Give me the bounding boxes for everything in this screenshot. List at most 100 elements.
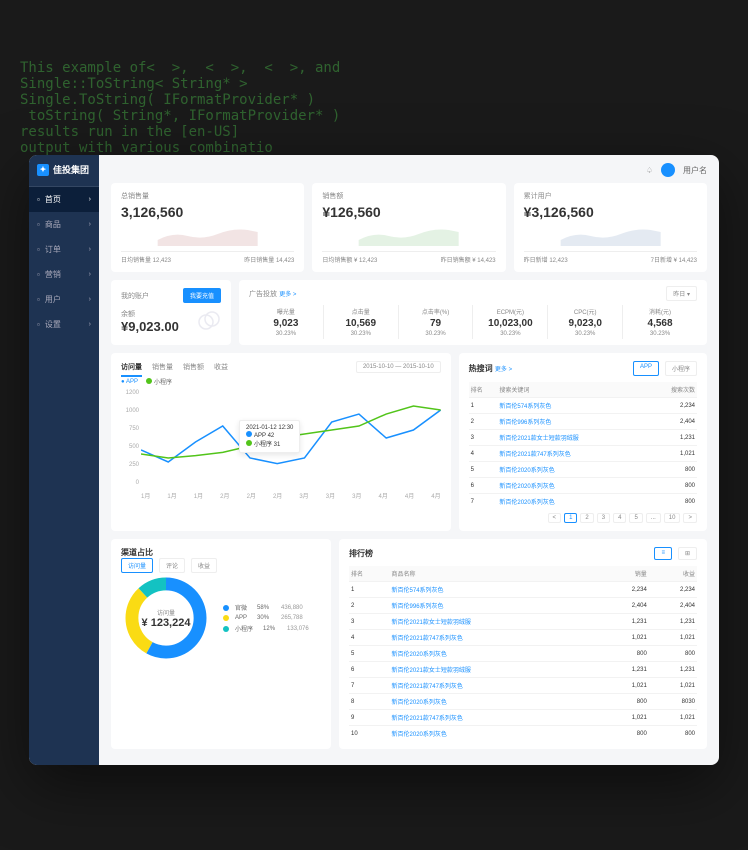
rank-table: 排名商品名称销量收益 1新百伦574系列灰色2,2342,2342新百伦996系…	[349, 566, 697, 741]
product-link[interactable]: 新百伦574系列灰色	[392, 588, 444, 594]
kpi-card: 销售额¥126,560日均销售额 ¥ 12,423昨日销售额 ¥ 14,423	[312, 183, 505, 272]
page-button[interactable]: 3	[597, 513, 610, 523]
notification-icon[interactable]: ♤	[646, 166, 653, 175]
date-range-picker[interactable]: 2015-10-10 — 2015-10-10	[356, 361, 441, 373]
kpi-card: 总销售量3,126,560日均销售量 12,423昨日销售量 14,423	[111, 183, 304, 272]
ad-metric: CPC(元)9,023,030.23%	[547, 305, 622, 339]
product-link[interactable]: 新百伦2021款747系列灰色	[392, 684, 463, 690]
table-row: 3新百伦2021款女士短款羽绒服1,231	[469, 430, 697, 446]
page-button[interactable]: 4	[613, 513, 626, 523]
product-link[interactable]: 新百伦2020系列灰色	[392, 700, 447, 706]
user-icon: ▫	[37, 295, 40, 304]
traffic-tab[interactable]: 收益	[214, 362, 228, 372]
table-row: 7新百伦2020系列灰色800	[469, 494, 697, 510]
brand-name: 佳投集团	[53, 163, 89, 176]
avatar[interactable]	[661, 163, 675, 177]
logo-icon: ✦	[37, 164, 49, 176]
nav-goods[interactable]: ▫商品›	[29, 212, 99, 237]
hot-search-table: 排名搜索关键词搜索次数 1新百伦574系列灰色2,2342新百伦996系列灰色2…	[469, 382, 697, 509]
traffic-tab[interactable]: 销售额	[183, 362, 204, 372]
keyword-link[interactable]: 新百伦2020系列灰色	[499, 484, 554, 490]
nav-marketing[interactable]: ▫营销›	[29, 262, 99, 287]
keyword-link[interactable]: 新百伦574系列灰色	[499, 404, 551, 410]
rank-view-list[interactable]: ≡	[654, 547, 672, 560]
ad-metric: 点击率(%)7930.23%	[398, 305, 473, 339]
ad-more-link[interactable]: 更多 >	[279, 292, 296, 298]
table-row: 3新百伦2021款女士短款羽绒服1,2311,231	[349, 614, 697, 630]
product-link[interactable]: 新百伦2021款女士短款羽绒服	[392, 620, 471, 626]
nav-settings[interactable]: ▫设置›	[29, 312, 99, 337]
recharge-button[interactable]: 我要充值	[183, 288, 221, 303]
legend-item[interactable]: 小程序	[146, 377, 172, 386]
traffic-chart: 120010007505002500 2021-01-12 12:30 APP …	[121, 390, 441, 500]
order-icon: ▫	[37, 245, 40, 254]
table-row: 10新百伦2020系列灰色800800	[349, 726, 697, 742]
pie-legend-item: APP30%265,788	[223, 615, 309, 621]
table-row: 8新百伦2020系列灰色8008030	[349, 694, 697, 710]
wallet-label: 余额	[121, 309, 179, 319]
username[interactable]: 用户名	[683, 165, 707, 176]
nav-home[interactable]: ▫首页›	[29, 187, 99, 212]
product-link[interactable]: 新百伦2021款747系列灰色	[392, 716, 463, 722]
ad-metric: ECPM(元)10,023,0030.23%	[472, 305, 547, 339]
home-icon: ▫	[37, 195, 40, 204]
nav-user[interactable]: ▫用户›	[29, 287, 99, 312]
page-button[interactable]: 2	[580, 513, 593, 523]
background-code: This example of< >, < >, < >, and Single…	[20, 60, 340, 156]
legend-item[interactable]: ● APP	[121, 379, 138, 385]
keyword-link[interactable]: 新百伦2020系列灰色	[499, 500, 554, 506]
hot-search-more[interactable]: 更多 >	[495, 367, 512, 373]
channel-tab[interactable]: 收益	[191, 558, 217, 573]
table-row: 4新百伦2021款747系列灰色1,021	[469, 446, 697, 462]
hs-tab[interactable]: 小程序	[665, 361, 697, 376]
table-row: 7新百伦2021款747系列灰色1,0211,021	[349, 678, 697, 694]
rank-view-grid[interactable]: ⊞	[678, 547, 697, 560]
keyword-link[interactable]: 新百伦2021款747系列灰色	[499, 452, 570, 458]
nav-order[interactable]: ▫订单›	[29, 237, 99, 262]
page-button[interactable]: ...	[646, 513, 661, 523]
channel-tab[interactable]: 评论	[159, 558, 185, 573]
wallet-card: 我的账户 我要充值 余额 ¥9,023.00	[111, 280, 231, 345]
product-link[interactable]: 新百伦2020系列灰色	[392, 732, 447, 738]
keyword-link[interactable]: 新百伦2020系列灰色	[499, 468, 554, 474]
app-window: ✦ 佳投集团 ▫首页›▫商品›▫订单›▫营销›▫用户›▫设置› ♤ 用户名 总销…	[29, 155, 719, 765]
ad-title: 广告投放	[249, 291, 277, 298]
product-link[interactable]: 新百伦2021款747系列灰色	[392, 636, 463, 642]
page-button[interactable]: 5	[629, 513, 642, 523]
kpi-card: 累计用户¥3,126,560昨日新增 12,4237日新增 ¥ 14,423	[514, 183, 707, 272]
channel-title: 渠道占比	[121, 548, 153, 557]
marketing-icon: ▫	[37, 270, 40, 279]
hs-tab[interactable]: APP	[633, 361, 659, 376]
page-button[interactable]: 10	[664, 513, 681, 523]
table-row: 6新百伦2021款女士短款羽绒服1,2311,231	[349, 662, 697, 678]
logo: ✦ 佳投集团	[29, 163, 99, 187]
table-row: 2新百伦996系列灰色2,4042,404	[349, 598, 697, 614]
table-row: 9新百伦2021款747系列灰色1,0211,021	[349, 710, 697, 726]
table-row: 6新百伦2020系列灰色800	[469, 478, 697, 494]
pie-center-value: ¥ 123,224	[142, 617, 191, 629]
ad-metric: 曝光量9,02330.23%	[249, 305, 323, 339]
wallet-title: 我的账户	[121, 291, 149, 301]
sidebar: ✦ 佳投集团 ▫首页›▫商品›▫订单›▫营销›▫用户›▫设置›	[29, 155, 99, 765]
settings-icon: ▫	[37, 320, 40, 329]
table-row: 4新百伦2021款747系列灰色1,0211,021	[349, 630, 697, 646]
table-row: 1新百伦574系列灰色2,2342,234	[349, 582, 697, 598]
page-button[interactable]: >	[683, 513, 697, 523]
wallet-value: ¥9,023.00	[121, 319, 179, 334]
goods-icon: ▫	[37, 220, 40, 229]
traffic-tab[interactable]: 访问量	[121, 362, 142, 377]
keyword-link[interactable]: 新百伦996系列灰色	[499, 420, 551, 426]
pie-legend-item: 小程序12%133,076	[223, 624, 309, 633]
traffic-tab[interactable]: 销售量	[152, 362, 173, 372]
keyword-link[interactable]: 新百伦2021款女士短款羽绒服	[499, 436, 578, 442]
table-row: 1新百伦574系列灰色2,234	[469, 398, 697, 414]
product-link[interactable]: 新百伦2020系列灰色	[392, 652, 447, 658]
page-button[interactable]: 1	[564, 513, 577, 523]
page-button[interactable]: <	[548, 513, 562, 523]
ad-period-select[interactable]: 昨日 ▾	[666, 286, 697, 301]
product-link[interactable]: 新百伦2021款女士短款羽绒服	[392, 668, 471, 674]
product-link[interactable]: 新百伦996系列灰色	[392, 604, 444, 610]
main-content: ♤ 用户名 总销售量3,126,560日均销售量 12,423昨日销售量 14,…	[99, 155, 719, 765]
topbar: ♤ 用户名	[111, 163, 707, 183]
channel-tab[interactable]: 访问量	[121, 558, 153, 573]
